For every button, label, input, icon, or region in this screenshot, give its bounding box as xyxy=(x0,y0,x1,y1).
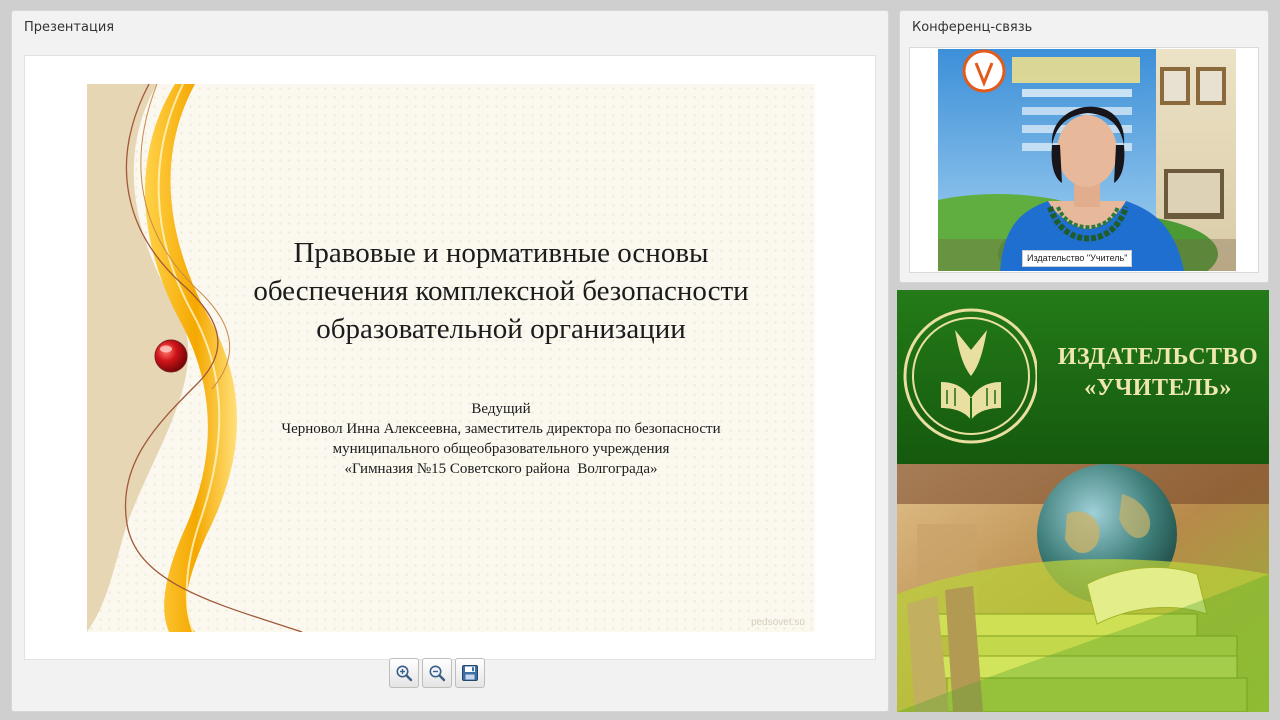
participant-name-label: Издательство "Учитель" xyxy=(1022,250,1133,267)
presenter-institution: муниципального общеобразовательного учре… xyxy=(332,441,670,457)
conference-panel: Конференц-связь Издательство "Учитель" xyxy=(899,10,1269,283)
save-button[interactable] xyxy=(455,658,485,688)
publisher-banner: ИЗДАТЕЛЬСТВО «УЧИТЕЛЬ» xyxy=(897,290,1269,712)
presenter-name-position: Черновол Инна Алексеевна, заместитель ди… xyxy=(281,421,721,437)
publisher-logo-icon xyxy=(903,308,1037,444)
books-and-globe-image xyxy=(897,464,1269,712)
slide-watermark: pedsovet.su xyxy=(751,617,805,628)
publisher-name: ИЗДАТЕЛЬСТВО «УЧИТЕЛЬ» xyxy=(1047,342,1269,404)
video-frame: Издательство "Учитель" xyxy=(909,47,1259,273)
slide-presenter-info: Ведущий Черновол Инна Алексеевна, замест… xyxy=(207,399,795,479)
slide-title-line: обеспечения комплексной безопасности xyxy=(253,275,749,307)
slide-swirl-decoration xyxy=(87,84,303,632)
slide-title: Правовые и нормативные основы обеспечени… xyxy=(207,234,795,348)
zoom-in-icon xyxy=(396,665,413,682)
presentation-panel: Презентация Правовые и нормативные основ… xyxy=(11,10,889,712)
video-feed-image xyxy=(938,49,1236,271)
slide-viewport: Правовые и нормативные основы обеспечени… xyxy=(24,55,876,660)
floppy-disk-icon xyxy=(462,665,478,681)
presenter-heading: Ведущий xyxy=(471,401,531,417)
conference-panel-title: Конференц-связь xyxy=(912,20,1033,35)
zoom-out-button[interactable] xyxy=(422,658,452,688)
publisher-name-line: ИЗДАТЕЛЬСТВО xyxy=(1057,344,1259,370)
presentation-panel-title: Презентация xyxy=(24,20,115,35)
zoom-out-icon xyxy=(429,665,446,682)
presentation-toolbar xyxy=(389,658,485,688)
zoom-in-button[interactable] xyxy=(389,658,419,688)
presentation-slide: Правовые и нормативные основы обеспечени… xyxy=(87,84,815,632)
publisher-banner-header: ИЗДАТЕЛЬСТВО «УЧИТЕЛЬ» xyxy=(897,290,1269,464)
publisher-name-line: «УЧИТЕЛЬ» xyxy=(1084,375,1232,401)
slide-title-line: образовательной организации xyxy=(316,313,686,345)
slide-title-line: Правовые и нормативные основы xyxy=(293,237,709,269)
participant-video[interactable]: Издательство "Учитель" xyxy=(938,49,1236,271)
presenter-school: «Гимназия №15 Советского района Волгогра… xyxy=(344,461,658,477)
